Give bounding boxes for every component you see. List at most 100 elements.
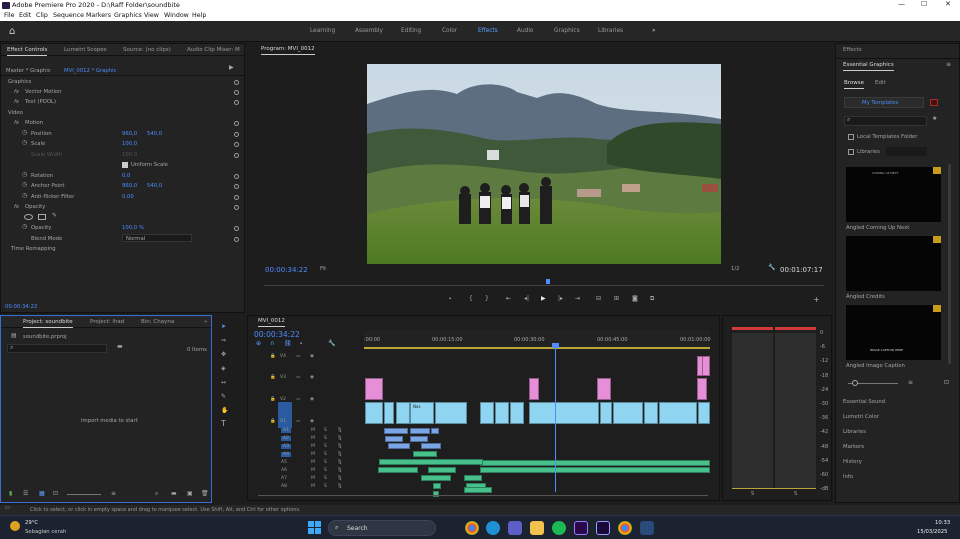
anchor-y-value[interactable]: 540,0 bbox=[147, 183, 162, 189]
rotation-value[interactable]: 0,0 bbox=[122, 173, 130, 179]
blend-mode-select[interactable]: Normal bbox=[122, 234, 192, 242]
solo-track-button[interactable]: S bbox=[324, 444, 327, 449]
program-monitor-tab[interactable]: Program: MVI_0012 bbox=[261, 46, 315, 55]
mark-out-icon[interactable]: } bbox=[485, 296, 489, 302]
track-lock-icon[interactable]: 🔒 bbox=[270, 375, 276, 380]
audio-clip[interactable] bbox=[410, 436, 428, 442]
effects-header[interactable]: Effects bbox=[843, 47, 862, 53]
edge-icon[interactable] bbox=[486, 521, 500, 535]
video-clip[interactable] bbox=[613, 402, 643, 424]
toggle-output-eye-icon[interactable]: ◉ bbox=[310, 354, 314, 359]
audio-track-label[interactable]: A4 bbox=[281, 452, 291, 457]
menu-clip[interactable]: Clip bbox=[36, 12, 48, 19]
pinned-app-icon[interactable] bbox=[640, 521, 654, 535]
audio-track-label[interactable]: A1 bbox=[281, 428, 291, 433]
file-explorer-icon[interactable] bbox=[530, 521, 544, 535]
tab-browse[interactable]: Browse bbox=[844, 80, 865, 89]
wrench-icon[interactable]: 🔧 bbox=[768, 265, 775, 271]
menu-graphics[interactable]: Graphics bbox=[114, 12, 142, 19]
menu-view[interactable]: View bbox=[144, 12, 159, 19]
sync-lock-icon[interactable]: ▭ bbox=[296, 354, 300, 359]
fx-badge-icon[interactable]: fx bbox=[14, 120, 19, 126]
time-remapping-label[interactable]: Time Remapping bbox=[11, 246, 56, 252]
weather-temp[interactable]: 29°C bbox=[25, 520, 38, 526]
position-x-value[interactable]: 960,0 bbox=[122, 131, 137, 137]
reset-parameter-icon[interactable] bbox=[234, 153, 239, 158]
anchor-x-value[interactable]: 960,0 bbox=[122, 183, 137, 189]
menu-file[interactable]: File bbox=[4, 12, 15, 19]
video-track-label[interactable]: V1 bbox=[280, 419, 286, 424]
freeform-view-icon[interactable]: ⊡ bbox=[53, 491, 58, 497]
tab-bin-chayna[interactable]: Bin: Chayna bbox=[141, 319, 174, 325]
timeline-playhead[interactable] bbox=[555, 344, 556, 492]
after-effects-icon[interactable] bbox=[596, 521, 610, 535]
snap-icon[interactable]: ∩ bbox=[270, 341, 274, 347]
comparison-view-icon[interactable]: ⧉ bbox=[650, 296, 654, 302]
reset-parameter-icon[interactable] bbox=[234, 237, 239, 242]
selection-tool-icon[interactable]: ➤ bbox=[221, 324, 226, 330]
audio-clip[interactable] bbox=[428, 467, 456, 473]
graphic-clip[interactable] bbox=[529, 378, 539, 400]
step-forward-icon[interactable]: |▸ bbox=[558, 296, 563, 302]
add-marker-icon[interactable]: ⬩ bbox=[449, 296, 451, 302]
mute-track-button[interactable]: M bbox=[311, 476, 315, 481]
workspace-audio[interactable]: Audio bbox=[517, 28, 533, 34]
video-clip[interactable] bbox=[644, 402, 658, 424]
menu-edit[interactable]: Edit bbox=[19, 12, 31, 19]
audio-clip[interactable] bbox=[464, 475, 482, 481]
teams-icon[interactable] bbox=[508, 521, 522, 535]
timeline-tab[interactable]: MVI_0012 bbox=[258, 318, 285, 327]
program-video-frame[interactable] bbox=[367, 64, 721, 264]
voice-over-record-icon[interactable]: 🎙 bbox=[337, 468, 343, 473]
reset-parameter-icon[interactable] bbox=[234, 205, 239, 210]
stopwatch-icon[interactable]: ◷ bbox=[22, 182, 27, 188]
play-icon[interactable]: ▶ bbox=[541, 296, 546, 302]
minimize-icon[interactable]: — bbox=[898, 0, 905, 8]
reset-parameter-icon[interactable] bbox=[234, 80, 239, 85]
reset-parameter-icon[interactable] bbox=[234, 121, 239, 126]
audio-clip[interactable] bbox=[378, 467, 418, 473]
stopwatch-icon[interactable]: ◷ bbox=[22, 130, 27, 136]
track-lock-icon[interactable]: 🔒 bbox=[270, 354, 276, 359]
voice-over-record-icon[interactable]: 🎙 bbox=[337, 476, 343, 481]
voice-over-record-icon[interactable]: 🎙 bbox=[337, 444, 343, 449]
tab-lumetri-scopes[interactable]: Lumetri Scopes bbox=[64, 47, 107, 53]
mute-track-button[interactable]: M bbox=[311, 460, 315, 465]
more-tabs-icon[interactable]: » bbox=[204, 319, 207, 325]
more-workspaces-icon[interactable]: » bbox=[652, 28, 656, 34]
mute-track-button[interactable]: M bbox=[311, 452, 315, 457]
stopwatch-icon[interactable]: ◷ bbox=[22, 140, 27, 146]
workspace-editing[interactable]: Editing bbox=[401, 28, 421, 34]
work-area-bar[interactable] bbox=[364, 347, 710, 349]
toggle-output-eye-icon[interactable]: ◉ bbox=[310, 419, 314, 424]
voice-over-record-icon[interactable]: 🎙 bbox=[337, 484, 343, 489]
motion-label[interactable]: Motion bbox=[25, 120, 43, 126]
section-essential-sound[interactable]: Essential Sound bbox=[843, 399, 885, 405]
opacity-section-label[interactable]: Opacity bbox=[25, 204, 45, 210]
vector-motion-label[interactable]: Vector Motion bbox=[25, 89, 62, 95]
clip-name[interactable]: MVI_0012 * Graphic bbox=[64, 68, 117, 74]
graphic-clip[interactable] bbox=[597, 378, 611, 400]
find-icon[interactable]: ⌕ bbox=[155, 491, 158, 497]
reset-parameter-icon[interactable] bbox=[234, 142, 239, 147]
essential-graphics-title[interactable]: Essential Graphics bbox=[843, 62, 894, 71]
local-templates-checkbox[interactable] bbox=[848, 134, 854, 140]
reset-parameter-icon[interactable] bbox=[234, 132, 239, 137]
slip-tool-icon[interactable]: ↔ bbox=[221, 380, 226, 386]
resolution-select[interactable]: 1/2 bbox=[730, 265, 750, 273]
audio-track-label[interactable]: A6 bbox=[281, 468, 287, 473]
import-media-message[interactable]: Import media to start bbox=[81, 418, 138, 424]
audio-clip[interactable] bbox=[410, 428, 430, 434]
tab-edit[interactable]: Edit bbox=[875, 80, 886, 86]
program-scrubber[interactable] bbox=[264, 280, 824, 286]
video-clip[interactable] bbox=[529, 402, 599, 424]
reset-parameter-icon[interactable] bbox=[234, 195, 239, 200]
new-bin-footer-icon[interactable]: ▬ bbox=[171, 491, 177, 497]
solo-track-button[interactable]: S bbox=[324, 476, 327, 481]
audio-clip[interactable] bbox=[480, 467, 710, 473]
audio-track-label[interactable]: A7 bbox=[281, 476, 287, 481]
section-info[interactable]: Info bbox=[843, 474, 853, 480]
type-tool-icon[interactable]: T bbox=[221, 420, 226, 428]
track-select-tool-icon[interactable]: ⇒ bbox=[221, 338, 226, 344]
new-item-icon[interactable]: ⊡ bbox=[944, 380, 949, 386]
